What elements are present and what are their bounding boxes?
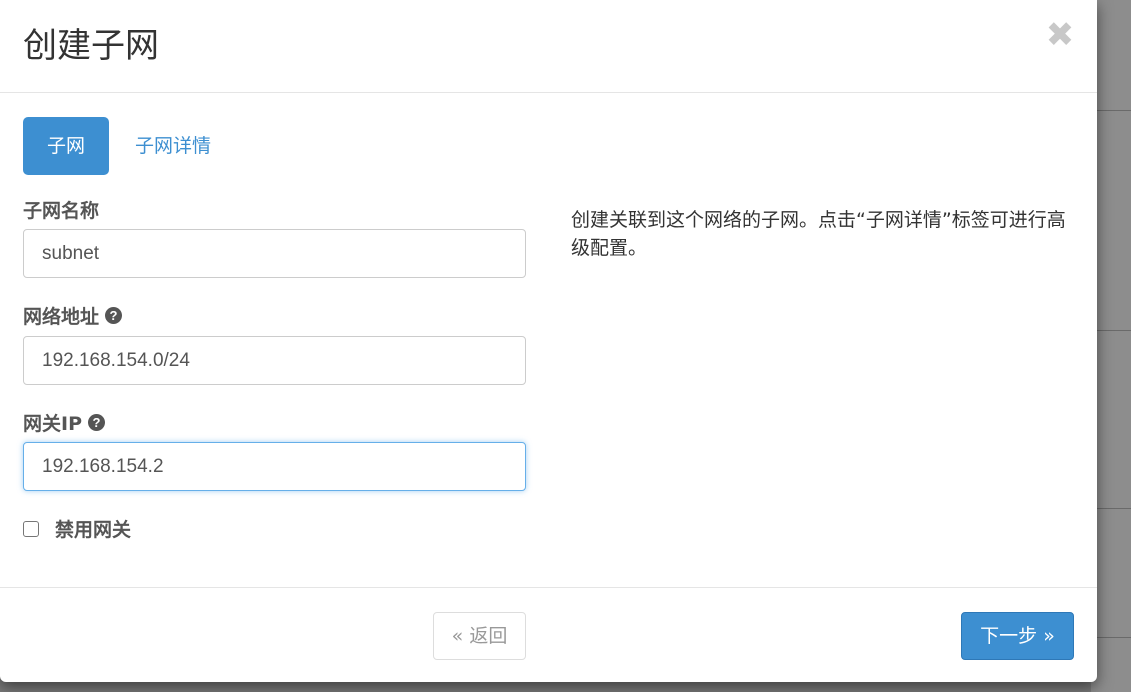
gateway-ip-input[interactable] xyxy=(23,442,526,491)
gateway-ip-label: 网关IP ? xyxy=(23,409,105,436)
help-description: 创建关联到这个网络的子网。点击“子网详情”标签可进行高级配置。 xyxy=(571,209,1066,259)
question-circle-icon[interactable]: ? xyxy=(105,307,123,324)
backdrop-divider xyxy=(1097,330,1131,331)
disable-gateway-label[interactable]: 禁用网关 xyxy=(55,515,131,542)
close-icon[interactable]: ✖ xyxy=(1045,18,1075,52)
dialog-title: 创建子网 xyxy=(23,26,159,66)
create-subnet-dialog: 创建子网 ✖ 子网 子网详情 子网名称 网络地址 ? 网关IP ? 禁用网关 创… xyxy=(0,0,1097,682)
network-address-label-text: 网络地址 xyxy=(23,306,100,328)
subnet-name-input[interactable] xyxy=(23,229,526,278)
next-button[interactable]: 下一步 » xyxy=(961,612,1074,660)
backdrop xyxy=(1091,0,1131,692)
question-circle-icon[interactable]: ? xyxy=(88,414,105,431)
tab-subnet[interactable]: 子网 xyxy=(23,117,109,175)
back-button[interactable]: « 返回 xyxy=(433,612,526,660)
dialog-header: 创建子网 ✖ xyxy=(0,0,1097,93)
network-address-label: 网络地址 ? xyxy=(23,302,123,329)
backdrop-divider xyxy=(1097,110,1131,111)
tab-subnet-details[interactable]: 子网详情 xyxy=(135,117,211,175)
disable-gateway-row: 禁用网关 xyxy=(23,515,131,542)
subnet-name-label-text: 子网名称 xyxy=(23,200,100,222)
network-address-input[interactable] xyxy=(23,336,526,385)
backdrop-divider xyxy=(1097,508,1131,509)
dialog-footer: « 返回 下一步 » xyxy=(0,587,1097,682)
gateway-ip-label-text: 网关IP xyxy=(23,413,82,435)
disable-gateway-checkbox[interactable] xyxy=(23,520,39,537)
backdrop-divider xyxy=(1097,637,1131,638)
subnet-name-label: 子网名称 xyxy=(23,196,99,223)
